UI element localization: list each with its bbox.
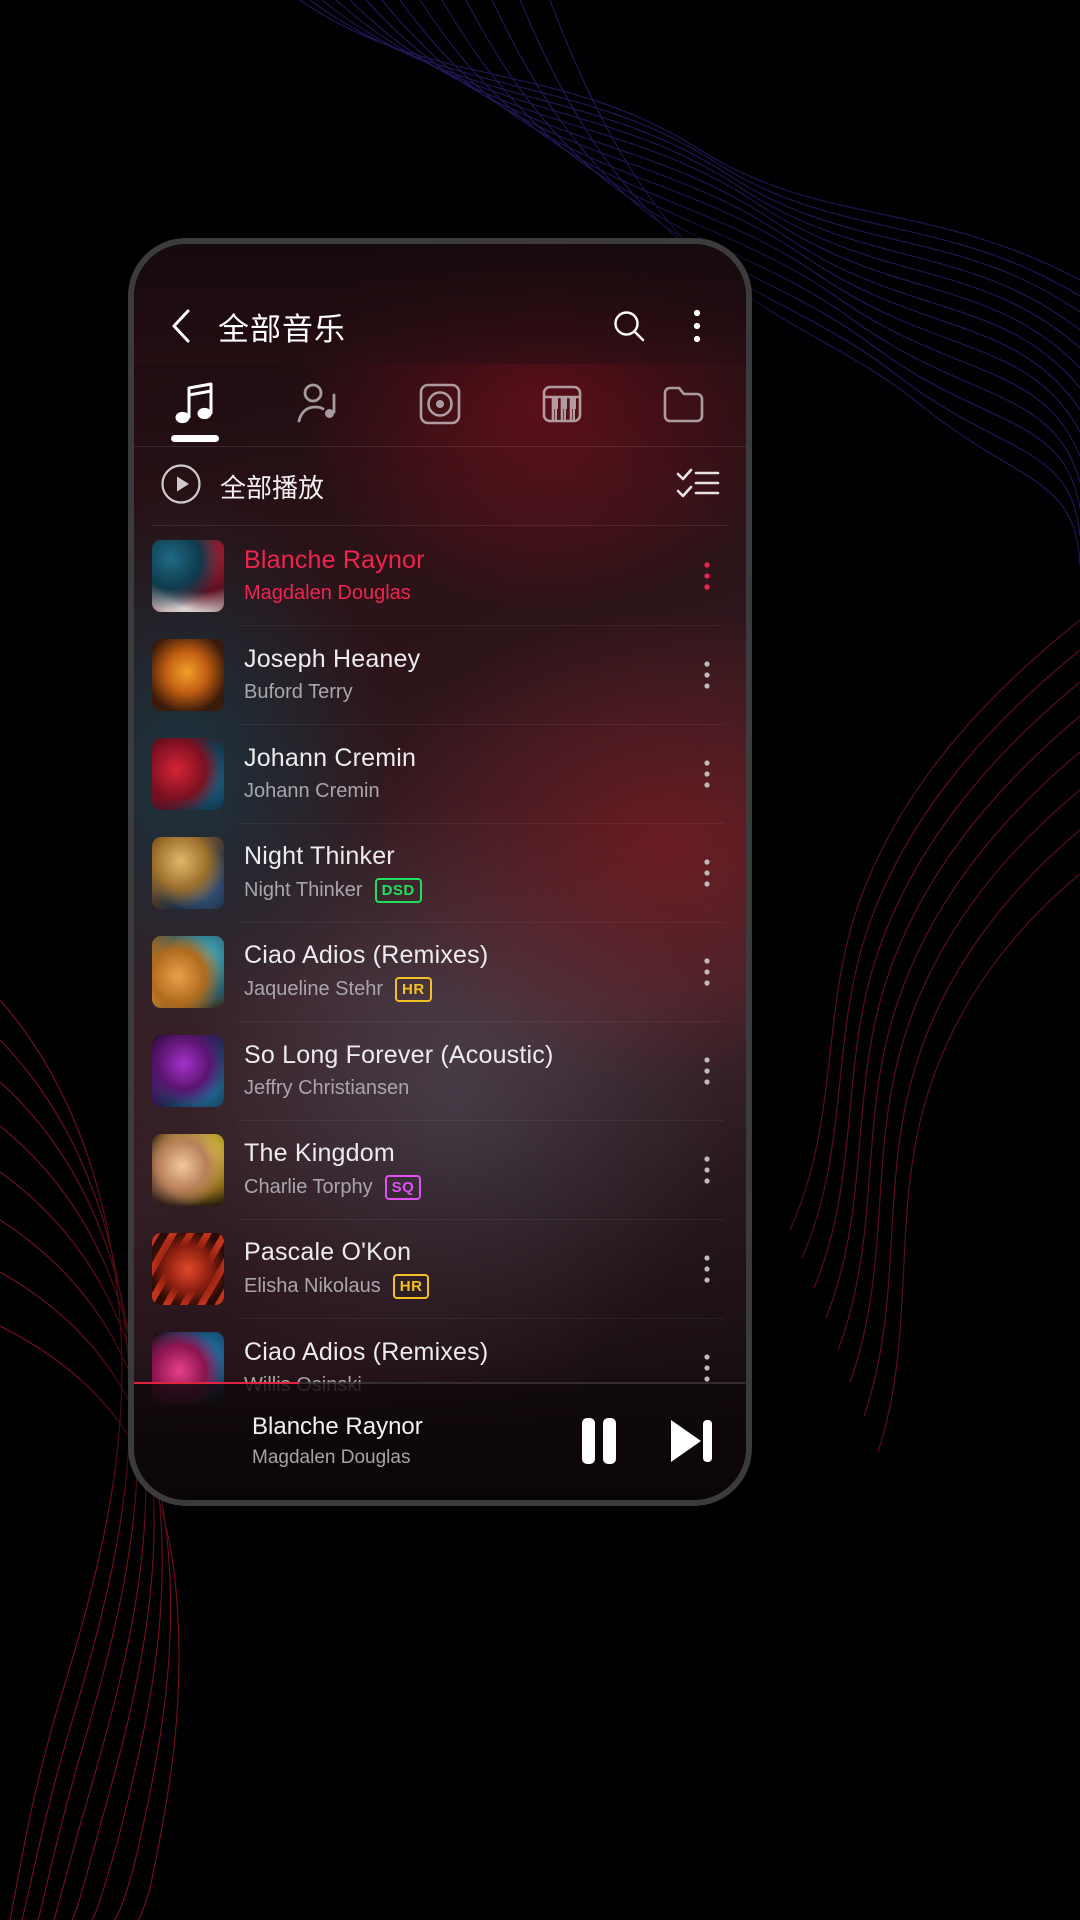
phone-device-frame: 全部音乐 全部播放 Blanche Raynor Magdalen Dougla… <box>128 238 752 1506</box>
song-artist: Johann Cremin <box>244 780 380 802</box>
song-title: Johann Cremin <box>244 744 417 772</box>
song-list[interactable]: Blanche Raynor Magdalen Douglas Joseph Hea… <box>134 526 746 1408</box>
song-row[interactable]: Johann Cremin Johann Cremin <box>134 724 746 823</box>
album-art-thumbnail <box>152 539 224 612</box>
skip-next-icon[interactable] <box>662 1412 720 1470</box>
song-artist: Magdalen Douglas <box>244 582 411 604</box>
play-all-row[interactable]: 全部播放 <box>134 447 746 525</box>
search-icon[interactable] <box>610 307 648 345</box>
playback-progress-fill <box>134 1382 300 1384</box>
playback-progress-track[interactable] <box>134 1382 746 1384</box>
song-title: Night Thinker <box>244 842 395 870</box>
tab-active-underline <box>171 435 220 442</box>
song-row[interactable]: Pascale O'Kon Elisha Nikolaus HR <box>134 1219 746 1318</box>
album-disc-icon <box>418 382 462 431</box>
now-playing-title: Blanche Raynor <box>252 1413 423 1440</box>
more-vertical-icon[interactable] <box>690 1144 724 1196</box>
tab-folders[interactable] <box>624 366 746 446</box>
more-vertical-icon[interactable] <box>678 307 716 345</box>
song-artist: Night Thinker <box>244 879 363 901</box>
now-playing-artist: Magdalen Douglas <box>252 1447 411 1468</box>
album-art-thumbnail <box>152 836 224 909</box>
tab-artists[interactable] <box>256 366 378 446</box>
album-art-thumbnail <box>152 1232 224 1305</box>
song-title: Pascale O'Kon <box>244 1238 412 1266</box>
song-title: Ciao Adios (Remixes) <box>244 941 489 969</box>
song-artist: Jeffry Christiansen <box>244 1077 410 1099</box>
artist-icon <box>295 381 341 432</box>
folder-icon <box>662 383 708 430</box>
more-vertical-icon[interactable] <box>690 550 724 602</box>
checklist-icon[interactable] <box>676 466 720 507</box>
music-note-icon <box>173 381 217 432</box>
play-all-button[interactable]: 全部播放 <box>160 463 324 510</box>
song-row[interactable]: Blanche Raynor Magdalen Douglas <box>134 526 746 625</box>
quality-badge: DSD <box>374 878 422 903</box>
song-title: The Kingdom <box>244 1139 395 1167</box>
tab-genres[interactable] <box>501 366 623 446</box>
play-all-label: 全部播放 <box>220 472 325 503</box>
song-row[interactable]: Night Thinker Night Thinker DSD <box>134 823 746 922</box>
mini-player-bar[interactable]: Blanche Raynor Magdalen Douglas <box>134 1382 746 1500</box>
song-artist: Elisha Nikolaus <box>244 1275 381 1297</box>
album-art-thumbnail <box>152 638 224 711</box>
song-title: Blanche Raynor <box>244 546 425 574</box>
now-playing-avatar[interactable] <box>156 1406 226 1476</box>
more-vertical-icon[interactable] <box>690 1243 724 1295</box>
page-title: 全部音乐 <box>218 311 346 347</box>
album-art-thumbnail <box>152 1034 224 1107</box>
more-vertical-icon[interactable] <box>690 847 724 899</box>
more-vertical-icon[interactable] <box>690 946 724 998</box>
song-artist: Buford Terry <box>244 681 353 703</box>
category-tab-bar[interactable] <box>134 366 746 446</box>
song-title: So Long Forever (Acoustic) <box>244 1041 554 1069</box>
more-vertical-icon[interactable] <box>690 748 724 800</box>
album-art-thumbnail <box>152 1133 224 1206</box>
tab-albums[interactable] <box>379 366 501 446</box>
chevron-left-icon[interactable] <box>164 309 198 343</box>
song-row[interactable]: The Kingdom Charlie Torphy SQ <box>134 1120 746 1219</box>
tab-songs[interactable] <box>134 366 256 446</box>
song-artist: Charlie Torphy <box>244 1176 373 1198</box>
play-circle-icon <box>160 463 202 510</box>
song-row[interactable]: So Long Forever (Acoustic) Jeffry Christi… <box>134 1021 746 1120</box>
more-vertical-icon[interactable] <box>690 649 724 701</box>
song-title: Joseph Heaney <box>244 645 421 673</box>
song-row[interactable]: Ciao Adios (Remixes) Jaqueline Stehr HR <box>134 922 746 1021</box>
more-vertical-icon[interactable] <box>690 1045 724 1097</box>
app-top-bar: 全部音乐 <box>134 244 746 364</box>
album-art-thumbnail <box>152 737 224 810</box>
pause-icon[interactable] <box>570 1412 628 1470</box>
quality-badge: SQ <box>384 1175 422 1200</box>
quality-badge: HR <box>394 977 432 1002</box>
quality-badge: HR <box>392 1274 430 1299</box>
piano-keys-icon <box>540 382 584 431</box>
song-title: Ciao Adios (Remixes) <box>244 1338 489 1366</box>
song-row[interactable]: Joseph Heaney Buford Terry <box>134 625 746 724</box>
song-artist: Jaqueline Stehr <box>244 978 383 1000</box>
album-art-thumbnail <box>152 935 224 1008</box>
